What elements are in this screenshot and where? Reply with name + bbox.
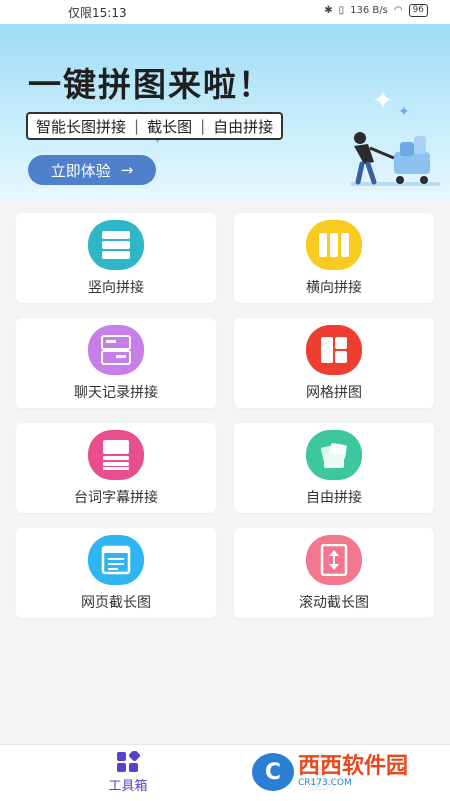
tool-card-subtitle-stitch[interactable]: 台词字幕拼接 <box>16 423 216 513</box>
tool-card-webpage-screenshot[interactable]: 网页截长图 <box>16 528 216 618</box>
watermark-logo: C <box>252 753 294 791</box>
subtitle-stitch-icon <box>88 430 144 480</box>
banner-headline: 一键拼图来啦！ <box>28 65 273 104</box>
wifi-icon: ◠ <box>393 5 403 16</box>
site-watermark: C 西西软件园 CR173.COM <box>252 750 442 794</box>
tab-label: 工具箱 <box>108 779 148 794</box>
tool-card-scroll-screenshot[interactable]: 滚动截长图 <box>234 528 434 618</box>
tool-label: 自由拼接 <box>306 490 362 506</box>
net-speed: 136 B/s <box>350 5 388 16</box>
feature-item: 智能长图拼接 <box>36 117 127 136</box>
tool-label: 台词字幕拼接 <box>74 490 158 506</box>
tool-label: 横向拼接 <box>306 280 362 296</box>
feature-box: 智能长图拼接 | 截长图 | 自由拼接 <box>26 112 284 140</box>
status-left: 仅限15:13 <box>68 4 127 21</box>
tool-label: 竖向拼接 <box>88 280 144 296</box>
try-now-label: 立即体验 <box>50 161 111 180</box>
status-right: ✱ ▯ 136 B/s ◠ 96 <box>324 4 428 17</box>
tool-card-grid-collage[interactable]: 网格拼图 <box>234 318 434 408</box>
person-with-cart-illustration <box>350 132 440 186</box>
sparkle-icon: ✦ <box>398 104 410 120</box>
sparkle-icon: ✦ <box>372 86 394 116</box>
watermark-url: CR173.COM <box>298 778 352 788</box>
feature-item: 截长图 <box>147 117 193 136</box>
tool-label: 网格拼图 <box>306 385 362 401</box>
toolbox-icon <box>117 751 140 772</box>
tool-card-free-stitch[interactable]: 自由拼接 <box>234 423 434 513</box>
feature-divider: | <box>134 117 140 135</box>
vibrate-icon: ▯ <box>338 5 345 16</box>
tool-card-vertical-stitch[interactable]: 竖向拼接 <box>16 213 216 303</box>
grid-collage-icon <box>306 325 362 375</box>
promo-banner[interactable]: 一键拼图来啦！ ✦ ✦ ✦ 智能长图拼接 | 截长图 | 自由拼接 立即体验 → <box>0 24 450 200</box>
vertical-stitch-icon <box>88 220 144 270</box>
tab-toolbox[interactable]: 工具箱 <box>68 751 188 794</box>
tool-label: 滚动截长图 <box>299 595 369 611</box>
battery-indicator: 96 <box>408 4 428 17</box>
free-stitch-icon <box>306 430 362 480</box>
tool-label: 网页截长图 <box>81 595 151 611</box>
webpage-screenshot-icon <box>88 535 144 585</box>
scroll-screenshot-icon <box>306 535 362 585</box>
arrow-right-icon: → <box>120 161 134 179</box>
status-bar: 仅限15:13 ✱ ▯ 136 B/s ◠ 96 <box>0 0 450 24</box>
feature-item: 自由拼接 <box>213 117 274 136</box>
try-now-button[interactable]: 立即体验 → <box>28 155 156 185</box>
carrier-label: 仅限 <box>68 6 93 20</box>
feature-divider: | <box>200 117 206 135</box>
bluetooth-icon: ✱ <box>324 5 333 16</box>
status-time: 15:13 <box>92 6 127 20</box>
tool-card-horizontal-stitch[interactable]: 横向拼接 <box>234 213 434 303</box>
tool-card-chat-stitch[interactable]: 聊天记录拼接 <box>16 318 216 408</box>
horizontal-stitch-icon <box>306 220 362 270</box>
tool-label: 聊天记录拼接 <box>74 385 158 401</box>
chat-stitch-icon <box>88 325 144 375</box>
watermark-text: 西西软件园 <box>298 754 409 779</box>
